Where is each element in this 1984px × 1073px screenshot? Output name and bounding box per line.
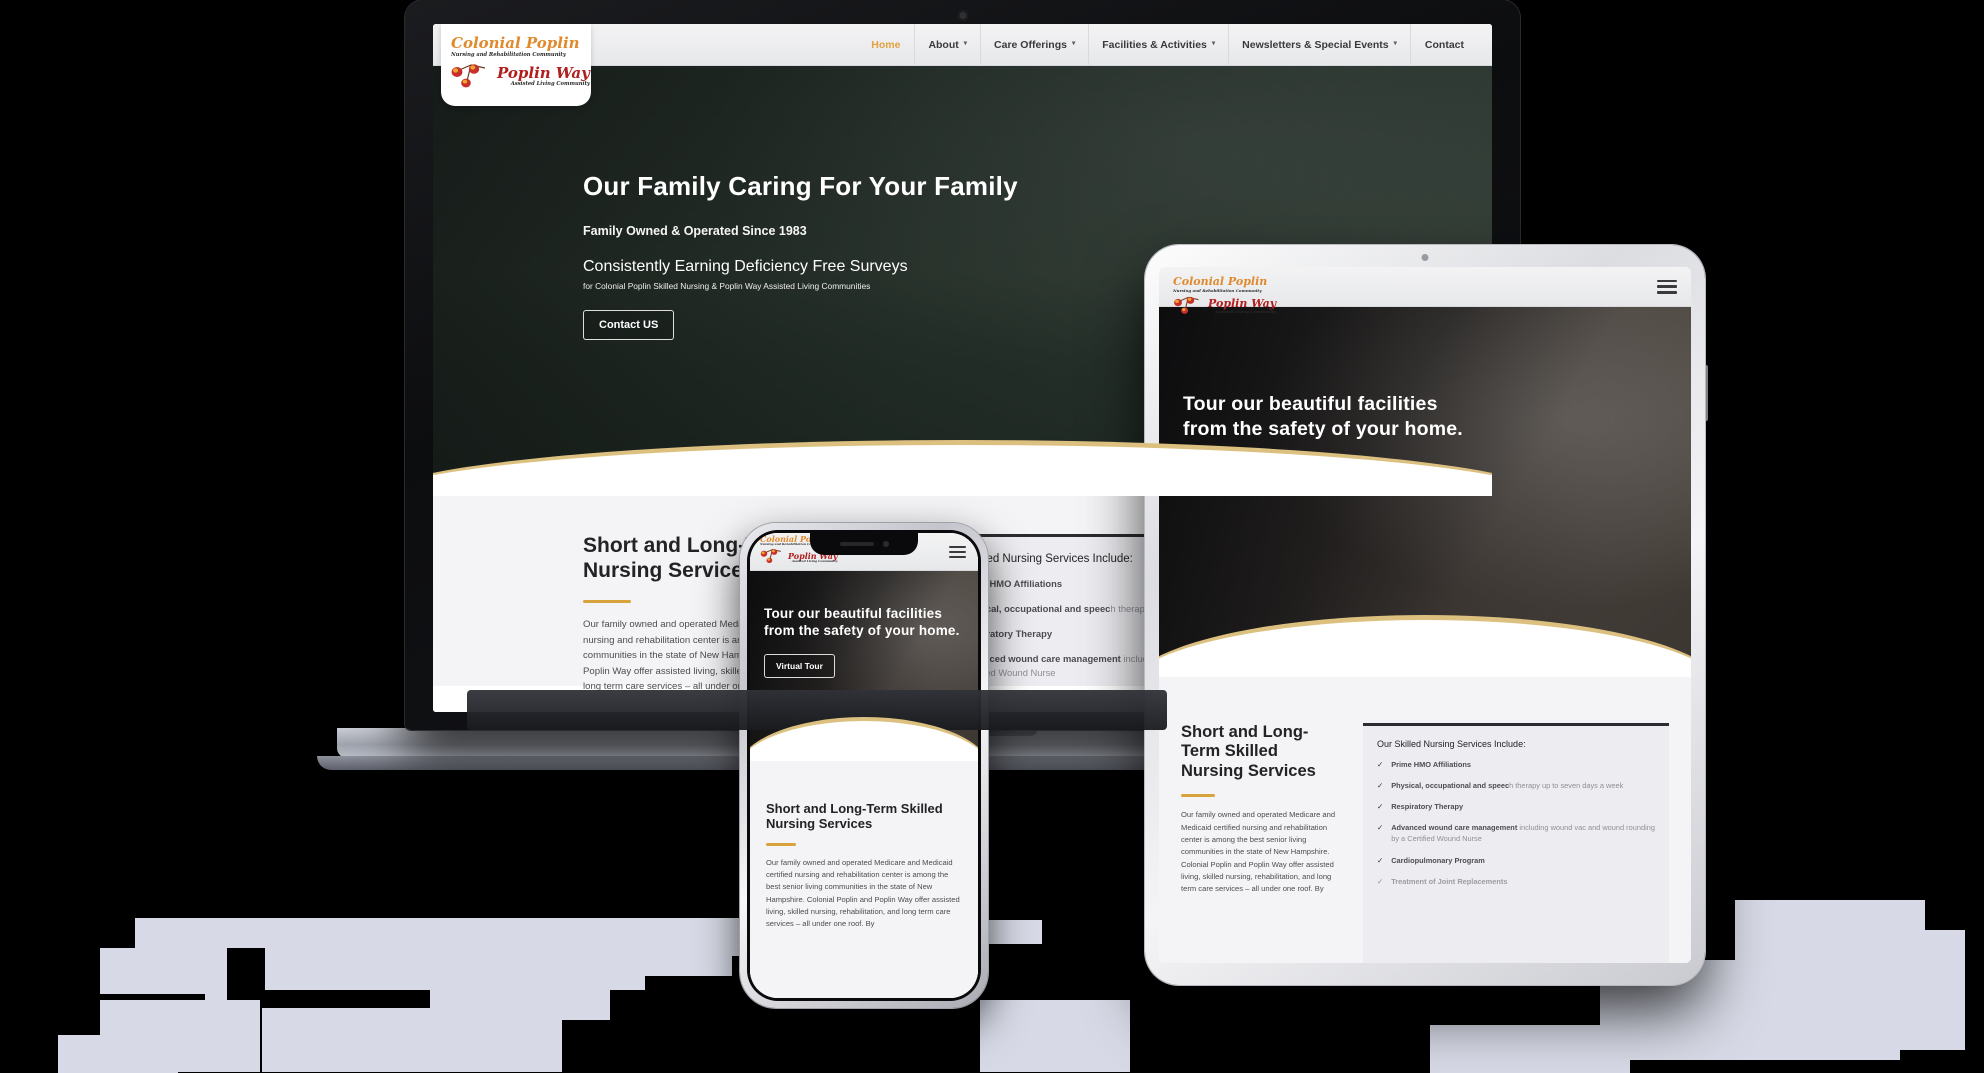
berry-branch-icon — [1173, 293, 1205, 320]
phone-frame: Colonial Poplin Nursing and Rehabilitati… — [740, 523, 988, 1008]
list-item-text: Prime HMO Affiliations — [1391, 759, 1471, 770]
nav-item-newsletters-special-events[interactable]: Newsletters & Special Events ▾ — [1228, 24, 1410, 65]
hero-title: Tour our beautiful facilities from the s… — [764, 606, 960, 639]
nav-label: Contact — [1424, 38, 1464, 51]
hero-subtitle: Family Owned & Operated Since 1983 — [583, 224, 807, 238]
list-item-bold: Physical, occupational and speec — [1391, 781, 1510, 791]
list-item: ✓ Physical, occupational and speech ther… — [1377, 780, 1655, 791]
nav-label: About — [928, 38, 959, 51]
list-item-bold: Respiratory Therapy — [1391, 802, 1464, 812]
list-item-text: Treatment of Joint Replacements — [1391, 876, 1507, 887]
check-icon: ✓ — [1377, 823, 1384, 833]
hero-title: Our Family Caring For Your Family — [583, 171, 1018, 201]
hero-copy: Tour our beautiful facilities from the s… — [750, 571, 978, 678]
nav-label: Newsletters & Special Events — [1242, 38, 1389, 51]
check-icon: ✓ — [1377, 876, 1384, 886]
brand-line-4: Assisted Living Community — [791, 559, 838, 564]
front-camera-icon — [882, 541, 889, 547]
showcase-canvas: Home About ▾ Care Offerings ▾ Facilities… — [0, 0, 1984, 1073]
phone-hero: Tour our beautiful facilities from the s… — [750, 571, 978, 761]
section-title: Short and Long-Term Skilled Nursing Serv… — [766, 801, 943, 832]
chevron-down-icon: ▾ — [1071, 40, 1076, 48]
list-item-text: Respiratory Therapy — [1391, 801, 1463, 812]
panel-heading: Our Skilled Nursing Services Include: — [1377, 739, 1655, 749]
brand-logo[interactable]: Colonial Poplin Nursing and Rehabilitati… — [1165, 267, 1283, 329]
section-body: Our family owned and operated Medicare a… — [766, 857, 960, 929]
nav-item-about[interactable]: About ▾ — [914, 24, 980, 65]
contact-us-button[interactable]: Contact US — [583, 310, 675, 340]
speaker-icon — [839, 542, 874, 546]
phone-screen: Colonial Poplin Nursing and Rehabilitati… — [750, 533, 978, 998]
list-item-bold: Prime HMO Affiliations — [1391, 760, 1472, 769]
section-body: Our family owned and operated Medicare a… — [1181, 810, 1336, 894]
brand-logo[interactable]: Colonial Poplin Nursing and Rehabilitati… — [441, 24, 591, 106]
chevron-down-icon: ▾ — [1211, 40, 1216, 48]
list-item-text: Physical, occupational and speech therap… — [1391, 780, 1623, 791]
brand-line-4: Assisted Living Community — [510, 80, 590, 87]
nav-item-facilities-activities[interactable]: Facilities & Activities ▾ — [1088, 24, 1228, 65]
phone-content-section: Short and Long-Term Skilled Nursing Serv… — [750, 761, 978, 998]
desktop-header: Home About ▾ Care Offerings ▾ Facilities… — [433, 24, 1492, 66]
title-underline — [1181, 794, 1215, 798]
check-icon: ✓ — [1377, 802, 1384, 812]
list-item-bold: Treatment of Joint Replacements — [1391, 876, 1508, 886]
nav-item-care-offerings[interactable]: Care Offerings ▾ — [980, 24, 1088, 65]
nav-label: Care Offerings — [994, 38, 1067, 51]
berry-branch-icon — [760, 546, 786, 569]
scroll-down-button[interactable] — [949, 470, 976, 496]
hero-title: Tour our beautiful facilities from the s… — [1183, 393, 1463, 441]
list-item: ✓ Respiratory Therapy — [1377, 801, 1655, 812]
tablet-content-section: Short and Long-Term Skilled Nursing Serv… — [1159, 677, 1691, 963]
services-panel: Our Skilled Nursing Services Include: ✓ … — [1363, 723, 1669, 963]
panel-heading-rest: s Include: — [1083, 553, 1133, 565]
brand-line-3: Poplin Way — [1208, 297, 1277, 311]
laptop-webcam-icon — [957, 10, 968, 21]
brand-line-2: Nursing and Rehabilitation Community — [451, 51, 566, 58]
tablet-site: Colonial Poplin Nursing and Rehabilitati… — [1159, 267, 1691, 963]
list-item-bold: Cardiopulmonary Program — [1391, 855, 1485, 865]
content-left: Short and Long-Term Skilled Nursing Serv… — [1181, 723, 1341, 963]
list-item-bold: Advanced wound care management — [1391, 823, 1518, 833]
list-item-text: Cardiopulmonary Program — [1391, 855, 1485, 866]
list-item-rest: h therapy up to seven days a week — [1509, 781, 1624, 791]
list-item: ✓ Treatment of Joint Replacements — [1377, 876, 1655, 887]
title-underline — [583, 599, 631, 604]
list-item: ✓ Cardiopulmonary Program — [1377, 855, 1655, 866]
check-icon: ✓ — [1377, 781, 1384, 791]
tablet-screen: Colonial Poplin Nursing and Rehabilitati… — [1159, 267, 1691, 963]
nav-item-home[interactable]: Home — [857, 24, 914, 65]
list-item: ✓ Advanced wound care management includi… — [1377, 822, 1655, 844]
panel-heading-rest: s Include: — [1487, 739, 1526, 749]
virtual-tour-button[interactable]: Virtual Tour — [764, 653, 835, 678]
brand-line-4: Assisted Living Community — [1215, 309, 1277, 315]
check-icon: ✓ — [1377, 760, 1384, 769]
title-underline — [766, 842, 796, 846]
chevron-down-icon: ▾ — [963, 40, 968, 48]
hamburger-icon[interactable] — [949, 545, 966, 558]
list-item-text: Advanced wound care management including… — [1391, 822, 1655, 844]
chevron-down-icon: ▾ — [1393, 40, 1397, 48]
nav-label: Home — [871, 38, 901, 51]
phone-notch — [810, 533, 918, 555]
check-icon: ✓ — [1377, 855, 1384, 865]
phone-site: Colonial Poplin Nursing and Rehabilitati… — [750, 533, 978, 998]
tablet-device: Colonial Poplin Nursing and Rehabilitati… — [1145, 245, 1708, 985]
brand-line-1: Colonial Poplin — [1173, 275, 1268, 289]
berry-branch-icon — [451, 59, 493, 94]
nav-item-contact[interactable]: Contact — [1409, 24, 1478, 65]
list-item: ✓ Prime HMO Affiliations — [1377, 759, 1655, 770]
brand-line-3: Poplin Way — [497, 63, 590, 82]
tablet-frame: Colonial Poplin Nursing and Rehabilitati… — [1145, 245, 1705, 985]
desktop-nav[interactable]: Home About ▾ Care Offerings ▾ Facilities… — [857, 24, 1478, 65]
chevron-down-icon — [956, 487, 969, 494]
panel-heading-bold: Our Skilled Nursing Service — [1377, 739, 1488, 749]
hamburger-icon[interactable] — [1657, 279, 1677, 294]
phone-bezel: Colonial Poplin Nursing and Rehabilitati… — [747, 530, 981, 1001]
nav-label: Facilities & Activities — [1102, 38, 1207, 51]
phone-device: Colonial Poplin Nursing and Rehabilitati… — [740, 523, 988, 1008]
brand-line-1: Colonial Poplin — [451, 33, 580, 52]
section-title: Short and Long-Term Skilled Nursing Serv… — [1181, 723, 1316, 780]
